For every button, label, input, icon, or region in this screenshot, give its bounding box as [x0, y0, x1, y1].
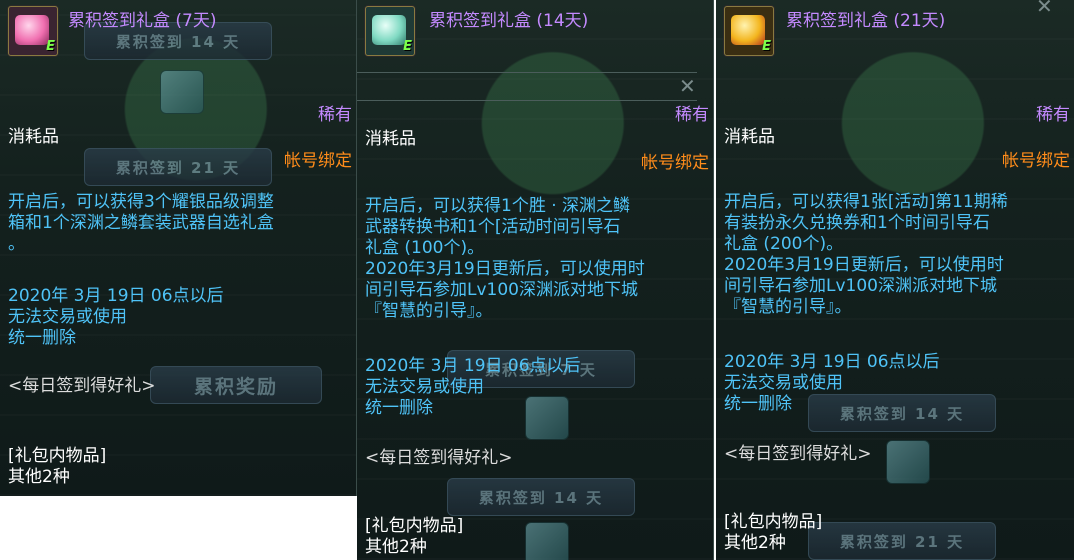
source-label: <每日签到得好礼>	[8, 376, 156, 396]
category-label: 消耗品	[724, 127, 775, 147]
expire-notice: 2020年 3月 19日 06点以后 无法交易或使用 统一删除	[724, 352, 940, 414]
close-icon: ✕	[1036, 0, 1053, 18]
grade-label: E	[762, 39, 771, 54]
binding-label: 帐号绑定	[1002, 151, 1070, 171]
gift-gem	[15, 15, 49, 45]
gift-box-teal-icon: E	[365, 6, 415, 56]
binding-label: 帐号绑定	[641, 153, 709, 173]
bg-button-day21: 累积签到 21 天	[808, 522, 996, 560]
grade-label: E	[403, 39, 412, 54]
close-icon: ✕	[679, 74, 696, 98]
bg-reward-tile	[160, 70, 204, 114]
item-title: 累积签到礼盒 (21天)	[786, 11, 946, 31]
bg-button-rewards: 累积奖励	[150, 366, 322, 404]
expire-notice: 2020年 3月 19日 06点以后 无法交易或使用 统一删除	[8, 286, 224, 348]
contents-section: [礼包内物品] 其他2种	[365, 516, 464, 557]
gift-gem	[731, 15, 765, 45]
gift-box-gold-icon: E	[724, 6, 774, 56]
item-title: 累积签到礼盒 (14天)	[429, 11, 589, 31]
source-label: <每日签到得好礼>	[724, 444, 872, 464]
rarity-label: 稀有	[1036, 105, 1070, 125]
bg-button-day21: 累积签到 21 天	[84, 148, 272, 186]
binding-label: 帐号绑定	[284, 151, 352, 171]
tooltip-panel-21-day: ✕ 累积签到 14 天 累积签到 21 天 E 累积签到礼盒 (21天) 稀有 …	[716, 0, 1074, 560]
bg-button-day14: 累积签到 14 天	[447, 478, 635, 516]
rarity-label: 稀有	[675, 105, 709, 125]
tooltip-panel-7-day: 累积签到 14 天 累积签到 21 天 累积奖励 E 累积签到礼盒 (7天) 稀…	[0, 0, 357, 496]
contents-section: [礼包内物品] 其他2种	[8, 446, 107, 487]
bg-divider	[357, 100, 697, 101]
category-label: 消耗品	[8, 127, 59, 147]
gift-gem	[372, 15, 406, 45]
bg-divider	[357, 72, 697, 73]
tooltip-panel-14-day: ✕ 累积签到 7 天 累积签到 14 天 E 累积签到礼盒 (14天) 稀有 消…	[357, 0, 714, 560]
gift-box-pink-icon: E	[8, 6, 58, 56]
contents-section: [礼包内物品] 其他2种	[724, 512, 823, 553]
item-title: 累积签到礼盒 (7天)	[68, 11, 217, 31]
item-description: 开启后，可以获得1张[活动]第11期稀 有装扮永久兑换券和1个时间引导石 礼盒 …	[724, 192, 1008, 317]
rarity-label: 稀有	[318, 105, 352, 125]
item-description: 开启后，可以获得1个胜 · 深渊之鳞 武器转换书和1个[活动时间引导石 礼盒 (…	[365, 196, 645, 321]
source-label: <每日签到得好礼>	[365, 448, 513, 468]
item-description: 开启后，可以获得3个耀银品级调整 箱和1个深渊之鳞套装武器自选礼盒 。	[8, 192, 274, 254]
bg-reward-tile	[525, 522, 569, 560]
grade-label: E	[46, 39, 55, 54]
category-label: 消耗品	[365, 129, 416, 149]
bg-reward-tile	[886, 440, 930, 484]
expire-notice: 2020年 3月 19日 06点以后 无法交易或使用 统一删除	[365, 356, 581, 418]
